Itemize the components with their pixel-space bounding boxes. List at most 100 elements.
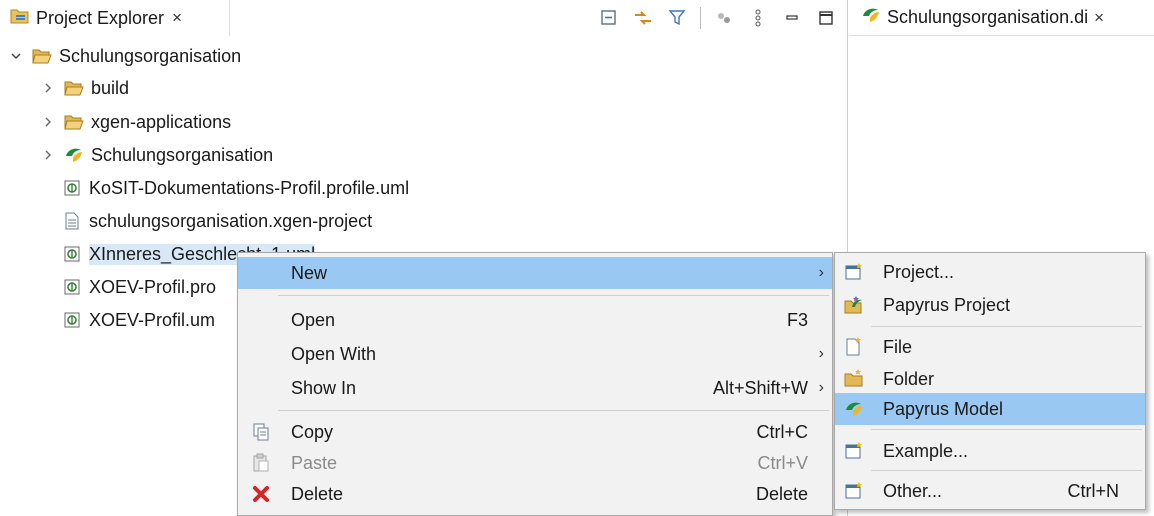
menu-item-label: Example...: [883, 440, 969, 461]
menu-item-folder[interactable]: Folder: [835, 363, 1145, 395]
filter-icon[interactable]: [666, 7, 688, 29]
menu-separator: [871, 429, 1142, 430]
menu-item-new[interactable]: New ›: [238, 257, 832, 289]
chevron-right-icon: ›: [818, 345, 824, 362]
tree-row-papyrus-model[interactable]: Schulungsorganisation: [40, 140, 273, 170]
papyrus-model-icon: [843, 398, 865, 420]
folder-icon: [64, 112, 84, 132]
menu-item-shortcut: Ctrl+V: [757, 452, 808, 473]
toolbar-separator: [700, 7, 701, 29]
menu-item-show-in[interactable]: Show In Alt+Shift+W ›: [238, 372, 832, 404]
tree-row-xgen-applications[interactable]: xgen-applications: [40, 107, 231, 137]
menu-item-label: Open: [291, 309, 336, 330]
menu-separator: [871, 326, 1142, 327]
tab-title: Project Explorer: [36, 7, 165, 28]
copy-icon: [250, 421, 272, 443]
menu-item-project[interactable]: Project...: [835, 256, 1145, 288]
menu-item-copy[interactable]: Copy Ctrl+C: [238, 416, 832, 448]
text-file-icon: [62, 211, 82, 231]
tree-item-label: build: [91, 77, 130, 98]
minimize-icon[interactable]: [781, 7, 803, 29]
menu-item-open[interactable]: Open F3: [238, 304, 832, 336]
menu-separator: [278, 410, 829, 411]
menu-item-label: New: [291, 262, 328, 283]
tree-item-label: KoSIT-Dokumentations-Profil.profile.uml: [89, 177, 410, 198]
tab-editor-di[interactable]: Schulungsorganisation.di ×: [849, 0, 1154, 36]
close-icon[interactable]: ×: [172, 8, 182, 28]
delete-icon: [250, 483, 272, 505]
maximize-icon[interactable]: [815, 7, 837, 29]
menu-item-label: Papyrus Model: [883, 398, 1004, 419]
menu-item-papyrus-model[interactable]: Papyrus Model: [835, 393, 1145, 425]
menu-item-label: Other...: [883, 480, 943, 501]
menu-item-shortcut: Alt+Shift+W: [712, 377, 808, 398]
new-submenu: Project... Papyrus Project File Folder P…: [834, 252, 1146, 510]
view-menu-icon[interactable]: [747, 7, 769, 29]
uml-file-icon: [62, 178, 82, 198]
menu-item-label: Papyrus Project: [883, 294, 1011, 315]
menu-item-delete[interactable]: Delete Delete: [238, 478, 832, 510]
papyrus-model-icon: [64, 145, 84, 165]
new-wizard-icon: [843, 480, 865, 502]
menu-item-label: Folder: [883, 368, 935, 389]
tree-item-label: XOEV-Profil.um: [89, 309, 216, 330]
close-icon[interactable]: ×: [1094, 8, 1104, 28]
menu-item-papyrus-project[interactable]: Papyrus Project: [835, 289, 1145, 321]
chevron-right-icon[interactable]: [40, 80, 56, 96]
menu-item-label: Paste: [291, 452, 338, 473]
menu-item-shortcut: Ctrl+C: [756, 421, 808, 442]
uml-file-icon: [62, 244, 82, 264]
tree-item-label: schulungsorganisation.xgen-project: [89, 210, 373, 231]
uml-file-icon: [62, 277, 82, 297]
folder-icon: [64, 78, 84, 98]
chevron-down-icon[interactable]: [8, 48, 24, 64]
paste-icon: [250, 452, 272, 474]
project-explorer-icon: [10, 7, 30, 30]
tree-row-xoev-profile[interactable]: XOEV-Profil.pro: [62, 272, 216, 302]
menu-item-label: Delete: [291, 483, 344, 504]
chevron-right-icon[interactable]: [40, 147, 56, 163]
open-project-folder-icon: [32, 46, 52, 66]
menu-item-paste[interactable]: Paste Ctrl+V: [238, 447, 832, 479]
tree-item-label: Schulungsorganisation: [59, 45, 242, 66]
tree-item-label: xgen-applications: [91, 111, 232, 132]
tree-row-xoev-uml[interactable]: XOEV-Profil.um: [62, 305, 215, 335]
new-project-icon: [843, 261, 865, 283]
menu-separator: [278, 295, 829, 296]
menu-item-shortcut: Delete: [755, 483, 808, 504]
menu-item-open-with[interactable]: Open With ›: [238, 338, 832, 370]
uml-file-icon: [62, 310, 82, 330]
tree-item-label: XOEV-Profil.pro: [89, 276, 217, 297]
menu-item-example[interactable]: Example...: [835, 435, 1145, 467]
menu-item-label: Show In: [291, 377, 357, 398]
menu-item-label: File: [883, 336, 913, 357]
menu-item-other[interactable]: Other... Ctrl+N: [835, 475, 1145, 507]
collapse-all-icon[interactable]: [598, 7, 620, 29]
tab-project-explorer[interactable]: Project Explorer ×: [0, 0, 230, 36]
view-tabbar: Project Explorer ×: [0, 0, 847, 36]
menu-item-shortcut: F3: [786, 309, 808, 330]
papyrus-model-icon: [861, 6, 881, 29]
toggle-icon[interactable]: [713, 7, 735, 29]
tree-row-build[interactable]: build: [40, 73, 129, 103]
tab-title: Schulungsorganisation.di: [887, 7, 1089, 27]
menu-item-file[interactable]: File: [835, 331, 1145, 363]
tree-row-xgen-project-file[interactable]: schulungsorganisation.xgen-project: [62, 206, 372, 236]
context-menu: New › Open F3 Open With › Show In Alt+Sh…: [237, 252, 833, 516]
menu-item-label: Open With: [291, 343, 377, 364]
chevron-right-icon: ›: [818, 379, 824, 396]
menu-separator: [871, 470, 1142, 471]
tree-row-project[interactable]: Schulungsorganisation: [8, 41, 241, 71]
new-example-icon: [843, 440, 865, 462]
papyrus-project-icon: [843, 294, 865, 316]
tree-item-label: Schulungsorganisation: [91, 144, 274, 165]
menu-item-label: Project...: [883, 261, 955, 282]
link-with-editor-icon[interactable]: [632, 7, 654, 29]
tree-row-uml-file[interactable]: KoSIT-Dokumentations-Profil.profile.uml: [62, 173, 409, 203]
chevron-right-icon[interactable]: [40, 114, 56, 130]
chevron-right-icon: ›: [818, 264, 824, 281]
new-folder-icon: [843, 368, 865, 390]
menu-item-label: Copy: [291, 421, 334, 442]
view-toolbar: [598, 4, 837, 32]
menu-item-shortcut: Ctrl+N: [1067, 480, 1119, 501]
